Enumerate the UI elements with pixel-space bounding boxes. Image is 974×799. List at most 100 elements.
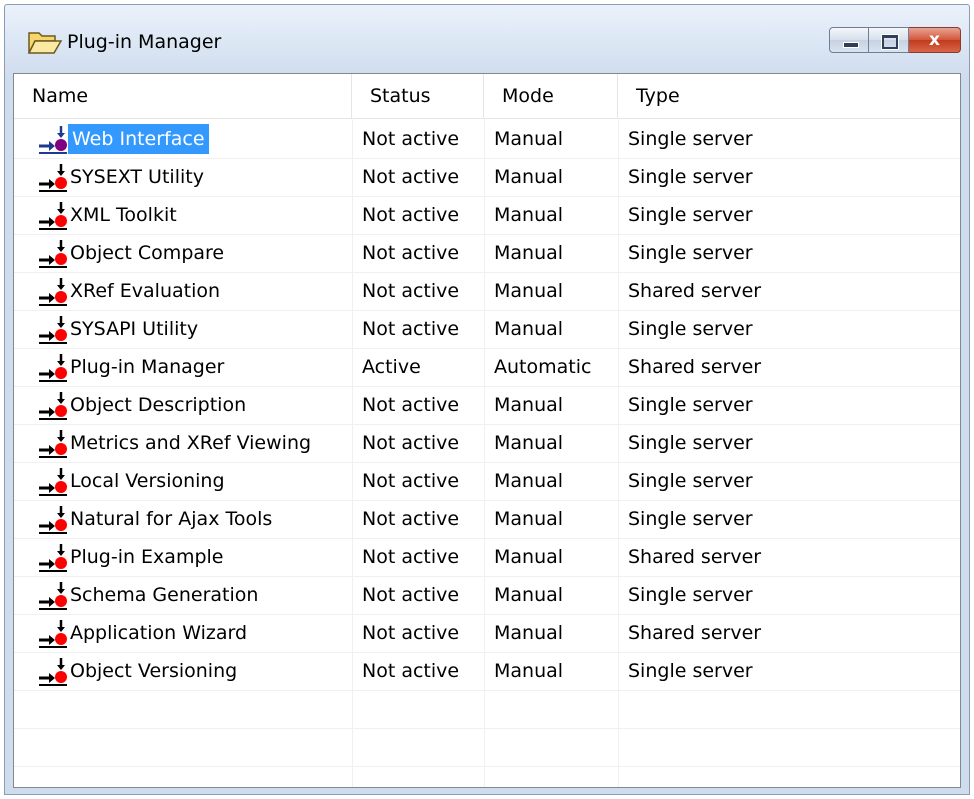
cell-type: Shared server	[628, 280, 762, 302]
cell-name: Application Wizard	[14, 614, 352, 652]
cell-name: Web Interface	[14, 120, 352, 158]
cell-name: Object Description	[14, 386, 352, 424]
cell-mode: Manual	[494, 204, 564, 226]
cell-status: Not active	[362, 128, 460, 150]
cell-name: XRef Evaluation	[14, 272, 352, 310]
cell-type: Single server	[628, 128, 753, 150]
cell-status: Not active	[362, 280, 460, 302]
cell-name: SYSEXT Utility	[14, 158, 352, 196]
cell-name: Object Versioning	[14, 652, 352, 690]
minimize-icon	[843, 42, 859, 48]
column-header-name[interactable]: Name	[14, 74, 352, 118]
plugin-name: XRef Evaluation	[70, 280, 221, 302]
cell-mode: Manual	[494, 470, 564, 492]
cell-name: Plug-in Example	[14, 538, 352, 576]
cell-status: Not active	[362, 166, 460, 188]
plugin-inactive-icon	[36, 504, 68, 534]
plugin-inactive-icon	[36, 542, 68, 572]
empty-row	[14, 766, 960, 787]
list-item[interactable]: Object Versioning Not active Manual Single …	[14, 652, 960, 691]
plugin-name: Schema Generation	[70, 584, 259, 606]
cell-type: Single server	[628, 508, 753, 530]
list-item[interactable]: Schema Generation Not active Manual Single …	[14, 576, 960, 615]
cell-mode: Manual	[494, 394, 564, 416]
cell-status: Not active	[362, 660, 460, 682]
plugin-inactive-icon	[36, 618, 68, 648]
cell-mode: Manual	[494, 660, 564, 682]
cell-status: Not active	[362, 470, 460, 492]
list-item[interactable]: Plug-in Manager Active Automatic Shared ser…	[14, 348, 960, 387]
list-item[interactable]: Web Interface Not active Manual Single serv…	[14, 120, 960, 159]
cell-type: Single server	[628, 660, 753, 682]
cell-status: Active	[362, 356, 421, 378]
plugin-inactive-icon	[36, 276, 68, 306]
plugin-name: Local Versioning	[70, 470, 225, 492]
list-item[interactable]: Object Description Not active Manual Single…	[14, 386, 960, 425]
list-item[interactable]: SYSEXT Utility Not active Manual Single ser…	[14, 158, 960, 197]
plugin-inactive-icon	[36, 390, 68, 420]
plugin-inactive-icon	[36, 314, 68, 344]
plugin-name: Metrics and XRef Viewing	[70, 432, 312, 454]
cell-mode: Manual	[494, 622, 564, 644]
cell-type: Single server	[628, 166, 753, 188]
cell-mode: Automatic	[494, 356, 592, 378]
plugin-inactive-icon	[36, 656, 68, 686]
plugin-inactive-icon	[36, 200, 68, 230]
cell-name: Schema Generation	[14, 576, 352, 614]
plugin-inactive-icon	[36, 124, 68, 154]
cell-name: Local Versioning	[14, 462, 352, 500]
list-item[interactable]: Metrics and XRef Viewing Not active Manual…	[14, 424, 960, 463]
plugin-inactive-icon	[36, 162, 68, 192]
cell-type: Single server	[628, 584, 753, 606]
cell-name: Plug-in Manager	[14, 348, 352, 386]
plugin-name: SYSAPI Utility	[70, 318, 199, 340]
list-item[interactable]: Application Wizard Not active Manual Shared…	[14, 614, 960, 653]
cell-name: Natural for Ajax Tools	[14, 500, 352, 538]
plugin-list[interactable]: Name Status Mode Type Web Interface Not a…	[13, 73, 961, 788]
cell-mode: Manual	[494, 508, 564, 530]
close-button[interactable]: x	[909, 27, 961, 53]
cell-type: Shared server	[628, 356, 762, 378]
cell-type: Shared server	[628, 546, 762, 568]
cell-mode: Manual	[494, 280, 564, 302]
open-folder-icon	[27, 27, 65, 57]
cell-status: Not active	[362, 584, 460, 606]
cell-name: Metrics and XRef Viewing	[14, 424, 352, 462]
maximize-icon	[881, 34, 899, 50]
list-item[interactable]: XML Toolkit Not active Manual Single server	[14, 196, 960, 235]
maximize-button[interactable]	[869, 27, 909, 53]
cell-type: Single server	[628, 432, 753, 454]
window-controls: x	[829, 27, 961, 53]
cell-status: Not active	[362, 204, 460, 226]
minimize-button[interactable]	[829, 27, 869, 53]
list-item[interactable]: Plug-in Example Not active Manual Shared se…	[14, 538, 960, 577]
cell-mode: Manual	[494, 242, 564, 264]
plugin-name: XML Toolkit	[70, 204, 177, 226]
list-item[interactable]: XRef Evaluation Not active Manual Shared se…	[14, 272, 960, 311]
cell-type: Single server	[628, 470, 753, 492]
plugin-name: Web Interface	[68, 124, 209, 154]
plugin-name: Object Description	[70, 394, 247, 416]
column-header-mode[interactable]: Mode	[484, 74, 618, 118]
cell-type: Single server	[628, 204, 753, 226]
cell-mode: Manual	[494, 432, 564, 454]
window-title: Plug-in Manager	[67, 31, 222, 53]
column-header-status[interactable]: Status	[352, 74, 484, 118]
plugin-inactive-icon	[36, 580, 68, 610]
cell-name: SYSAPI Utility	[14, 310, 352, 348]
plugin-name: Object Versioning	[70, 660, 238, 682]
plugin-name: Plug-in Example	[70, 546, 224, 568]
empty-row	[14, 690, 960, 729]
cell-mode: Manual	[494, 166, 564, 188]
list-item[interactable]: Local Versioning Not active Manual Single s…	[14, 462, 960, 501]
list-item[interactable]: SYSAPI Utility Not active Manual Single ser…	[14, 310, 960, 349]
plugin-name: Plug-in Manager	[70, 356, 225, 378]
list-item[interactable]: Object Compare Not active Manual Single ser…	[14, 234, 960, 273]
column-header-type[interactable]: Type	[618, 74, 960, 118]
list-item[interactable]: Natural for Ajax Tools Not active Manual Si…	[14, 500, 960, 539]
cell-mode: Manual	[494, 584, 564, 606]
title-bar[interactable]: Plug-in Manager x	[5, 5, 969, 73]
close-icon: x	[929, 30, 940, 50]
cell-name: XML Toolkit	[14, 196, 352, 234]
list-header: Name Status Mode Type	[14, 74, 960, 119]
